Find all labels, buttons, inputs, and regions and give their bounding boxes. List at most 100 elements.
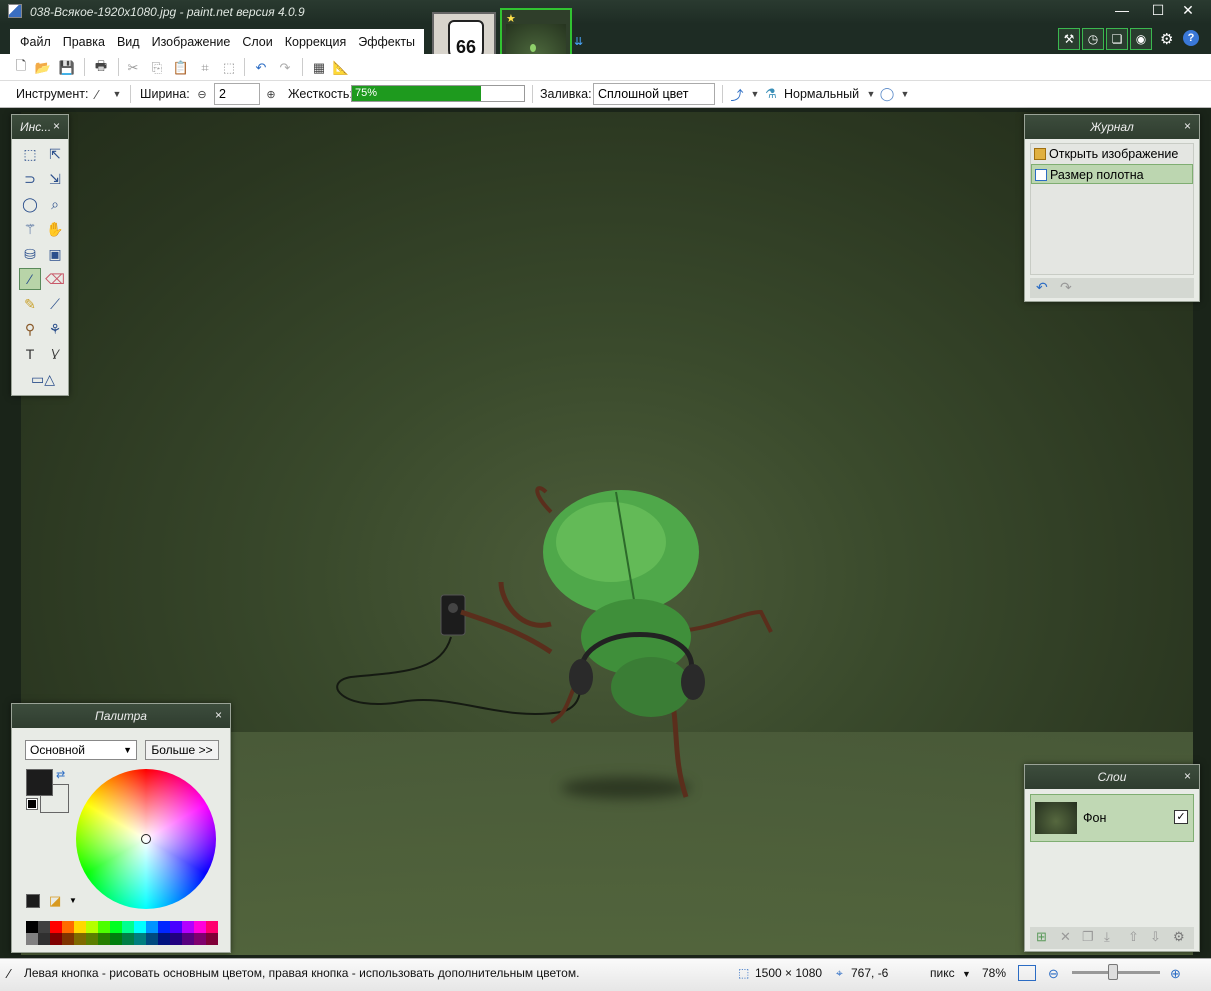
palette-swatch[interactable]	[26, 933, 38, 945]
crop-to-selection-icon[interactable]: ⌗	[196, 59, 214, 77]
palette-swatch[interactable]	[146, 933, 158, 945]
palette-swatch[interactable]	[170, 933, 182, 945]
palette-swatch[interactable]	[182, 921, 194, 933]
menu-adjustments[interactable]: Коррекция	[279, 35, 352, 49]
palette-swatch[interactable]	[134, 921, 146, 933]
palette-swatch[interactable]	[122, 921, 134, 933]
history-panel-close-icon[interactable]: ×	[1184, 119, 1191, 133]
chevron-down-icon[interactable]: ▼	[69, 896, 77, 905]
deselect-icon[interactable]: ⬚	[220, 59, 238, 77]
hardness-slider[interactable]: 75%	[351, 85, 525, 102]
palette-swatch[interactable]	[182, 933, 194, 945]
history-undo-icon[interactable]: ↶	[1036, 279, 1048, 296]
clone-stamp-tool-icon[interactable]: ⚲	[19, 318, 41, 340]
palette-swatch[interactable]	[50, 933, 62, 945]
units-label[interactable]: пикс	[930, 966, 955, 980]
palette-swatch[interactable]	[122, 933, 134, 945]
palette-swatch[interactable]	[194, 921, 206, 933]
move-layer-down-icon[interactable]: ⇩	[1150, 929, 1161, 945]
palette-swatch[interactable]	[194, 933, 206, 945]
undo-icon[interactable]: ↶	[252, 59, 270, 77]
colors-window-toggle-icon[interactable]: ◉	[1130, 28, 1152, 50]
eraser-tool-icon[interactable]: ⌫	[44, 268, 66, 290]
zoom-in-icon[interactable]: ⊕	[1170, 966, 1181, 982]
paste-icon[interactable]: 📋	[172, 59, 190, 77]
palette-swatch[interactable]	[206, 921, 218, 933]
lasso-select-tool-icon[interactable]: ⊃	[19, 168, 41, 190]
history-item-canvas-size[interactable]: Размер полотна	[1031, 164, 1193, 184]
print-icon[interactable]: 🖶	[92, 58, 110, 77]
palette-swatch[interactable]	[98, 933, 110, 945]
minimize-button[interactable]: —	[1106, 0, 1138, 22]
palette-mode-select[interactable]: Основной ▼	[25, 740, 137, 760]
layers-window-toggle-icon[interactable]: ❏	[1106, 28, 1128, 50]
palette-swatch[interactable]	[62, 933, 74, 945]
text-tool-icon[interactable]: T	[19, 343, 41, 365]
zoom-out-icon[interactable]: ⊖	[1048, 966, 1059, 982]
delete-layer-icon[interactable]: ✕	[1060, 929, 1071, 945]
layer-properties-icon[interactable]: ⚙	[1173, 929, 1185, 945]
settings-gear-icon[interactable]: ⚙	[1160, 30, 1173, 48]
close-button[interactable]: ✕	[1172, 0, 1204, 22]
maximize-button[interactable]: ☐	[1142, 0, 1174, 22]
menu-edit[interactable]: Правка	[57, 35, 111, 49]
palette-swatch[interactable]	[74, 933, 86, 945]
decrease-width-icon[interactable]: ⊖	[193, 85, 211, 103]
primary-color-swatch[interactable]	[26, 769, 53, 796]
grid-icon[interactable]: ▦	[310, 59, 328, 77]
palette-swatch[interactable]	[74, 921, 86, 933]
tabs-overflow-icon[interactable]: ⇊	[574, 35, 583, 48]
palette-panel-close-icon[interactable]: ×	[215, 708, 222, 722]
gradient-tool-icon[interactable]: ▣	[44, 243, 66, 265]
fill-mode-select[interactable]: Сплошной цвет	[593, 83, 715, 105]
redo-icon[interactable]: ↷	[276, 59, 294, 77]
paintbrush-tool-icon[interactable]: ⁄	[88, 85, 106, 103]
blend-mode-flask-icon[interactable]: ⚗	[762, 85, 780, 103]
paintbrush-tool-icon[interactable]: ⁄	[19, 268, 41, 290]
pan-tool-icon[interactable]: ✋	[44, 218, 66, 240]
palette-swatch[interactable]	[86, 921, 98, 933]
tools-panel-close-icon[interactable]: ×	[53, 119, 60, 133]
layer-visibility-checkbox[interactable]: ✓	[1174, 810, 1188, 824]
history-window-toggle-icon[interactable]: ◷	[1082, 28, 1104, 50]
zoom-value[interactable]: 78%	[982, 966, 1006, 980]
menu-effects[interactable]: Эффекты	[352, 35, 421, 49]
zoom-to-window-icon[interactable]	[1018, 965, 1036, 981]
open-file-icon[interactable]: 📂	[34, 59, 52, 77]
color-wheel-marker[interactable]	[141, 834, 151, 844]
duplicate-layer-icon[interactable]: ❐	[1082, 929, 1094, 945]
palette-swatch[interactable]	[110, 933, 122, 945]
reset-colors-icon[interactable]	[26, 798, 38, 810]
move-selected-pixels-tool-icon[interactable]: ⇱	[44, 143, 66, 165]
palette-swatch[interactable]	[86, 933, 98, 945]
swap-colors-icon[interactable]: ⇄	[56, 768, 65, 781]
recolor-tool-icon[interactable]: ⚘	[44, 318, 66, 340]
palette-more-button[interactable]: Больше >>	[145, 740, 219, 760]
selection-mode-icon[interactable]: ◯	[878, 85, 896, 103]
palette-swatch[interactable]	[158, 921, 170, 933]
palette-swatch[interactable]	[146, 921, 158, 933]
antialiasing-icon[interactable]: ⤴	[728, 85, 746, 103]
chevron-down-icon[interactable]: ▼	[962, 969, 971, 979]
merge-layer-down-icon[interactable]: ⤓	[1104, 929, 1110, 945]
palette-swatch[interactable]	[206, 933, 218, 945]
palette-swatch[interactable]	[110, 921, 122, 933]
paint-bucket-tool-icon[interactable]: ⛁	[19, 243, 41, 265]
add-to-palette-icon[interactable]	[26, 894, 40, 908]
palette-menu-icon[interactable]: ◪	[49, 893, 61, 909]
layers-panel-close-icon[interactable]: ×	[1184, 769, 1191, 783]
new-file-icon[interactable]: 🗋	[12, 58, 30, 77]
help-icon[interactable]: ?	[1183, 30, 1199, 46]
palette-swatch[interactable]	[62, 921, 74, 933]
menu-layers[interactable]: Слои	[236, 35, 278, 49]
menu-image[interactable]: Изображение	[146, 35, 237, 49]
palette-swatch[interactable]	[26, 921, 38, 933]
cut-icon[interactable]: ✂	[124, 59, 142, 77]
shapes-tool-icon[interactable]: ▭△	[26, 368, 60, 390]
palette-swatch[interactable]	[98, 921, 110, 933]
layer-row-background[interactable]: Фон ✓	[1030, 794, 1194, 842]
palette-swatch[interactable]	[50, 921, 62, 933]
chevron-down-icon[interactable]: ▼	[108, 85, 126, 103]
color-picker-tool-icon[interactable]: ⟋	[44, 293, 66, 315]
line-curve-tool-icon[interactable]: \⁄	[44, 343, 66, 365]
